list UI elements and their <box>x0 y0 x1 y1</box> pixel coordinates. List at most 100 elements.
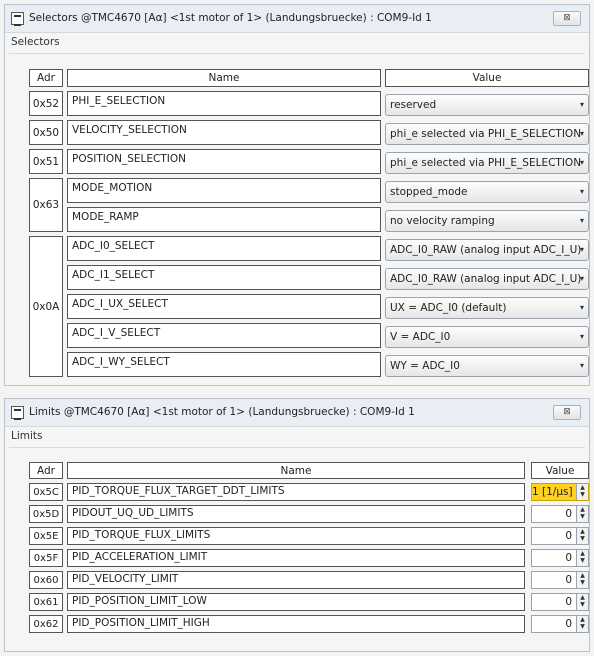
spinner-value: 0 <box>565 596 572 608</box>
chevron-down-icon: ▾ <box>579 274 584 283</box>
register-name: ADC_I0_SELECT <box>67 236 381 261</box>
value-dropdown[interactable]: ADC_I0_RAW (analog input ADC_I_U) ▾ <box>385 239 589 261</box>
close-icon[interactable]: ⊠ <box>553 405 581 420</box>
register-name: VELOCITY_SELECTION <box>67 120 381 145</box>
value-dropdown[interactable]: phi_e selected via PHI_E_SELECTION ▾ <box>385 123 589 145</box>
limits-window: Limits @TMC4670 [Aα] <1st motor of 1> (L… <box>4 398 590 652</box>
adr-cell: 0x62 <box>29 615 63 633</box>
column-header-name: Name <box>67 69 381 87</box>
dropdown-value: ADC_I0_RAW (analog input ADC_I_U) <box>390 244 582 256</box>
adr-cell: 0x61 <box>29 593 63 611</box>
chevron-down-icon: ▾ <box>579 216 584 225</box>
register-name: PID_TORQUE_FLUX_TARGET_DDT_LIMITS <box>67 483 525 501</box>
spinner-value: 0 <box>565 618 572 630</box>
register-name: MODE_RAMP <box>67 207 381 232</box>
dropdown-value: ADC_I0_RAW (analog input ADC_I_U) <box>390 273 582 285</box>
chevron-down-icon: ▾ <box>579 158 584 167</box>
column-header-name: Name <box>67 462 525 479</box>
selectors-group-label: Selectors <box>11 36 60 48</box>
column-header-adr: Adr <box>29 462 63 479</box>
spinner-arrows-icon[interactable]: ▲ ▼ <box>576 616 588 632</box>
value-dropdown[interactable]: WY = ADC_I0 ▾ <box>385 355 589 377</box>
column-header-value: Value <box>385 69 589 87</box>
value-dropdown[interactable]: UX = ADC_I0 (default) ▾ <box>385 297 589 319</box>
chevron-down-icon: ▾ <box>579 361 584 370</box>
value-spinner[interactable]: 1 [1/µs] ▲ ▼ <box>531 483 589 501</box>
dropdown-value: UX = ADC_I0 (default) <box>390 302 507 314</box>
adr-cell: 0x60 <box>29 571 63 589</box>
chevron-down-icon: ▾ <box>579 245 584 254</box>
adr-cell: 0x0A <box>29 236 63 377</box>
register-name: ADC_I_WY_SELECT <box>67 352 381 377</box>
dropdown-value: no velocity ramping <box>390 215 495 227</box>
spinner-arrows-icon[interactable]: ▲ ▼ <box>576 528 588 544</box>
value-dropdown[interactable]: reserved ▾ <box>385 94 589 116</box>
column-header-value: Value <box>531 462 589 479</box>
limits-window-title: Limits @TMC4670 [Aα] <1st motor of 1> (L… <box>29 406 415 418</box>
limits-titlebar: Limits @TMC4670 [Aα] <1st motor of 1> (L… <box>5 399 589 427</box>
close-icon[interactable]: ⊠ <box>553 11 581 26</box>
spinner-value: 0 <box>565 552 572 564</box>
column-header-adr: Adr <box>29 69 63 87</box>
adr-cell: 0x50 <box>29 120 63 145</box>
spinner-value: 0 <box>565 508 572 520</box>
group-divider <box>9 53 585 54</box>
chevron-down-icon: ▾ <box>579 129 584 138</box>
adr-cell: 0x5C <box>29 483 63 501</box>
spinner-arrows-icon[interactable]: ▲ ▼ <box>576 506 588 522</box>
spinner-value: 0 <box>565 574 572 586</box>
value-spinner[interactable]: 0 ▲ ▼ <box>531 527 589 545</box>
spinner-arrows-icon[interactable]: ▲ ▼ <box>576 484 588 500</box>
register-name: PID_POSITION_LIMIT_LOW <box>67 593 525 611</box>
spinner-value: 0 <box>565 530 572 542</box>
dropdown-value: phi_e selected via PHI_E_SELECTION <box>390 157 582 169</box>
app-window-icon <box>11 12 24 26</box>
chevron-down-icon: ▾ <box>579 303 584 312</box>
register-name: PID_POSITION_LIMIT_HIGH <box>67 615 525 633</box>
value-spinner[interactable]: 0 ▲ ▼ <box>531 615 589 633</box>
spinner-arrows-icon[interactable]: ▲ ▼ <box>576 572 588 588</box>
value-spinner[interactable]: 0 ▲ ▼ <box>531 593 589 611</box>
chevron-down-icon: ▾ <box>579 332 584 341</box>
value-dropdown[interactable]: ADC_I0_RAW (analog input ADC_I_U) ▾ <box>385 268 589 290</box>
register-name: ADC_I_UX_SELECT <box>67 294 381 319</box>
value-spinner[interactable]: 0 ▲ ▼ <box>531 505 589 523</box>
value-dropdown[interactable]: stopped_mode ▾ <box>385 181 589 203</box>
dropdown-value: reserved <box>390 99 437 111</box>
register-name: PIDOUT_UQ_UD_LIMITS <box>67 505 525 523</box>
adr-cell: 0x51 <box>29 149 63 174</box>
register-name: PID_ACCELERATION_LIMIT <box>67 549 525 567</box>
value-dropdown[interactable]: phi_e selected via PHI_E_SELECTION ▾ <box>385 152 589 174</box>
adr-cell: 0x5F <box>29 549 63 567</box>
group-divider <box>9 447 585 448</box>
value-spinner[interactable]: 0 ▲ ▼ <box>531 571 589 589</box>
adr-cell: 0x52 <box>29 91 63 116</box>
selectors-window-title: Selectors @TMC4670 [Aα] <1st motor of 1>… <box>29 12 432 24</box>
dropdown-value: stopped_mode <box>390 186 468 198</box>
chevron-down-icon: ▾ <box>579 100 584 109</box>
register-name: ADC_I_V_SELECT <box>67 323 381 348</box>
register-name: PHI_E_SELECTION <box>67 91 381 116</box>
chevron-down-icon: ▾ <box>579 187 584 196</box>
register-name: PID_TORQUE_FLUX_LIMITS <box>67 527 525 545</box>
register-name: MODE_MOTION <box>67 178 381 203</box>
app-window-icon <box>11 406 24 420</box>
value-dropdown[interactable]: V = ADC_I0 ▾ <box>385 326 589 348</box>
dropdown-value: phi_e selected via PHI_E_SELECTION <box>390 128 582 140</box>
value-spinner[interactable]: 0 ▲ ▼ <box>531 549 589 567</box>
spinner-arrows-icon[interactable]: ▲ ▼ <box>576 550 588 566</box>
spinner-value: 1 [1/µs] <box>532 486 573 498</box>
selectors-window: Selectors @TMC4670 [Aα] <1st motor of 1>… <box>4 4 590 386</box>
register-name: PID_VELOCITY_LIMIT <box>67 571 525 589</box>
value-dropdown[interactable]: no velocity ramping ▾ <box>385 210 589 232</box>
selectors-titlebar: Selectors @TMC4670 [Aα] <1st motor of 1>… <box>5 5 589 33</box>
adr-cell: 0x5D <box>29 505 63 523</box>
dropdown-value: WY = ADC_I0 <box>390 360 460 372</box>
adr-cell: 0x63 <box>29 178 63 232</box>
register-name: POSITION_SELECTION <box>67 149 381 174</box>
spinner-arrows-icon[interactable]: ▲ ▼ <box>576 594 588 610</box>
dropdown-value: V = ADC_I0 <box>390 331 451 343</box>
adr-cell: 0x5E <box>29 527 63 545</box>
limits-group-label: Limits <box>11 430 43 442</box>
register-name: ADC_I1_SELECT <box>67 265 381 290</box>
